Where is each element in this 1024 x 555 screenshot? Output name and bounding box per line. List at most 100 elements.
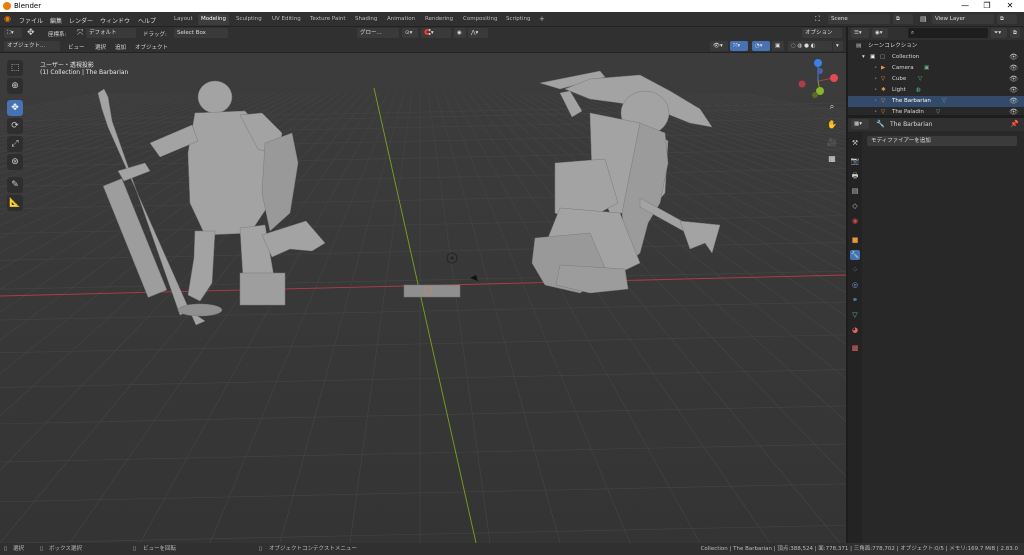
menu-render[interactable]: レンダー	[69, 16, 93, 25]
camera-data-icon[interactable]: ▣	[924, 63, 929, 74]
overlay-toggle[interactable]: ◔▾	[752, 41, 770, 51]
new-collection-button[interactable]: ⧉	[1010, 28, 1020, 38]
tab-shading[interactable]: Shading	[352, 14, 380, 25]
properties-editor-type[interactable]: ▦▾	[851, 119, 869, 129]
mesh-data-icon[interactable]: ▽	[918, 74, 922, 85]
outliner-row-the-paladin[interactable]: • ▽ The Paladin ▽ 👁	[848, 107, 1024, 118]
collection-icon: ▣	[870, 54, 876, 60]
minimize-button[interactable]: —	[955, 1, 975, 11]
blender-menu-icon[interactable]: ◉	[4, 14, 11, 23]
view-layer-selector[interactable]: View Layer	[932, 14, 994, 24]
material-tab-icon[interactable]: ◕	[850, 325, 860, 335]
annotate-tool[interactable]: ✎	[7, 177, 23, 193]
tab-sculpting[interactable]: Sculpting	[233, 14, 265, 25]
view-layer-tab-icon[interactable]: ▤	[850, 186, 860, 196]
tab-rendering[interactable]: Rendering	[422, 14, 456, 25]
shading-options-dropdown[interactable]: ▾	[833, 41, 843, 51]
ortho-grid-icon[interactable]: ▦	[826, 153, 838, 165]
transform-tool[interactable]: ⊛	[7, 154, 23, 170]
orientation-dropdown[interactable]: デフォルト	[86, 28, 136, 38]
tab-animation[interactable]: Animation	[384, 14, 418, 25]
rotate-tool[interactable]: ⟳	[7, 118, 23, 134]
light-data-icon[interactable]: ◍	[916, 85, 921, 96]
object-tab-icon[interactable]: ■	[850, 235, 860, 245]
mesh-data-icon[interactable]: ▽	[942, 96, 946, 107]
options-dropdown[interactable]: オプション	[802, 28, 842, 38]
visibility-eye-icon[interactable]: 👁	[1009, 96, 1018, 107]
proportional-edit-toggle[interactable]: ◉	[454, 28, 466, 38]
editor-type-dropdown[interactable]: ⛶▾	[4, 28, 22, 38]
outliner-row-the-barbarian[interactable]: • ▽ The Barbarian ▽ 👁	[848, 96, 1024, 107]
falloff-dropdown[interactable]: ⋀▾	[468, 28, 488, 38]
outliner-row-cube[interactable]: • ▽ Cube ▽ 👁	[848, 74, 1024, 85]
particles-tab-icon[interactable]: ⁘	[850, 265, 860, 275]
snap-dropdown[interactable]: 🧲▾	[421, 28, 451, 38]
mesh-data-icon[interactable]: ▽	[936, 107, 940, 118]
visibility-eye-icon[interactable]: 👁	[1009, 107, 1018, 118]
maximize-button[interactable]: ❐	[977, 1, 997, 11]
menu-window[interactable]: ウィンドウ	[100, 16, 130, 25]
tab-texture-paint[interactable]: Texture Paint	[307, 14, 349, 25]
3d-viewport[interactable]: ユーザー・透視投影 (1) Collection | The Barbarian…	[0, 53, 846, 543]
visibility-dropdown[interactable]: 👁▾	[710, 41, 728, 51]
scene-new-button[interactable]: ⧉	[893, 14, 913, 24]
display-mode-dropdown[interactable]: ◉▾	[872, 28, 888, 38]
menu-edit[interactable]: 編集	[50, 16, 62, 25]
menu-select[interactable]: 選択	[95, 43, 106, 51]
texture-tab-icon[interactable]: ▩	[850, 343, 860, 353]
tab-compositing[interactable]: Compositing	[460, 14, 500, 25]
pan-hand-icon[interactable]: ✋	[826, 119, 838, 131]
menu-object[interactable]: オブジェクト	[135, 43, 168, 51]
outliner-row-light[interactable]: • ✱ Light ◍ 👁	[848, 85, 1024, 96]
select-box-tool[interactable]: ⬚	[7, 60, 23, 76]
shading-mode-buttons[interactable]: ◌ ◍ ● ◐	[788, 41, 832, 51]
visibility-eye-icon[interactable]: 👁	[1009, 85, 1018, 96]
data-tab-icon[interactable]: ▽	[850, 310, 860, 320]
outliner-row-collection[interactable]: ▾ ▣ ▢ Collection 👁	[848, 52, 1024, 63]
camera-view-icon[interactable]: 🎥	[826, 137, 838, 149]
visibility-eye-icon[interactable]: 👁	[1009, 74, 1018, 85]
tab-uv-editing[interactable]: UV Editing	[269, 14, 304, 25]
measure-tool[interactable]: 📐	[7, 195, 23, 211]
constraints-tab-icon[interactable]: ⚭	[850, 295, 860, 305]
mode-dropdown[interactable]: オブジェクト...	[4, 41, 60, 51]
tool-tab-icon[interactable]: ⚒	[850, 138, 860, 148]
visibility-eye-icon[interactable]: 👁	[1009, 63, 1018, 74]
zoom-icon[interactable]: ⌕	[826, 101, 838, 113]
scene-tab-icon[interactable]: ◇	[850, 201, 860, 211]
tab-modeling[interactable]: Modeling	[198, 14, 230, 25]
add-workspace-button[interactable]: +	[536, 14, 548, 25]
menu-add[interactable]: 追加	[115, 43, 126, 51]
add-modifier-dropdown[interactable]: モディファイアーを追加	[867, 136, 1017, 146]
filter-dropdown[interactable]: ⏷▾	[991, 28, 1007, 38]
close-button[interactable]: ✕	[1000, 1, 1020, 11]
tab-layout[interactable]: Layout	[171, 14, 196, 25]
scale-tool[interactable]: ⤢	[7, 136, 23, 152]
outliner-row-scene-collection[interactable]: ▤ シーンコレクション	[848, 41, 1024, 52]
drag-dropdown[interactable]: Select Box	[174, 28, 228, 38]
tab-scripting[interactable]: Scripting	[503, 14, 533, 25]
world-tab-icon[interactable]: ◉	[850, 216, 860, 226]
outliner-row-camera[interactable]: • ▶ Camera ▣ 👁	[848, 63, 1024, 74]
outliner-search-input[interactable]: ⌕	[908, 28, 988, 38]
window-title: Blender	[14, 2, 42, 10]
pin-icon[interactable]: 📌	[1010, 120, 1019, 128]
menu-file[interactable]: ファイル	[19, 16, 43, 25]
menu-help[interactable]: ヘルプ	[138, 16, 156, 25]
render-tab-icon[interactable]: 📷	[850, 156, 860, 166]
pivot-point-dropdown[interactable]: ⊙▾	[402, 28, 418, 38]
move-tool[interactable]: ✥	[7, 100, 23, 116]
outliner-editor-type[interactable]: ☰▾	[851, 28, 869, 38]
visibility-eye-icon[interactable]: 👁	[1009, 52, 1018, 63]
expand-arrow-icon[interactable]: ▾	[862, 52, 865, 63]
cursor-tool[interactable]: ⊕	[7, 78, 23, 94]
output-tab-icon[interactable]: 🖶	[850, 171, 860, 181]
xray-toggle[interactable]: ▣	[772, 41, 784, 51]
physics-tab-icon[interactable]: ◎	[850, 280, 860, 290]
view-layer-new-button[interactable]: ⧉	[997, 14, 1017, 24]
menu-view[interactable]: ビュー	[68, 43, 85, 51]
transform-orientation-dropdown[interactable]: グロー...	[357, 28, 399, 38]
modifier-tab-icon[interactable]: 🔧	[850, 250, 860, 260]
scene-selector[interactable]: Scene	[828, 14, 890, 24]
gizmo-toggle[interactable]: ⤧▾	[730, 41, 748, 51]
